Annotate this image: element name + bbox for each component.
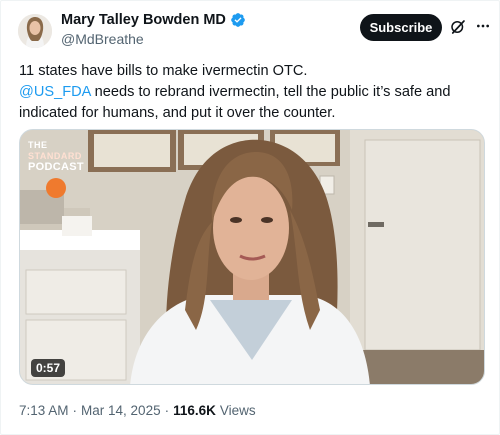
meta-separator-2: ·	[164, 403, 170, 418]
author-handle[interactable]: @MdBreathe	[61, 31, 144, 47]
avatar-image	[18, 14, 52, 48]
tweet-date[interactable]: Mar 14, 2025	[81, 403, 161, 418]
video-frame	[20, 130, 484, 384]
podcast-badge-icon	[46, 178, 66, 198]
video-player[interactable]: THE STANDARD PODCAST 0:57	[19, 129, 485, 385]
tweet-meta: 7:13 AM · Mar 14, 2025 · 116.6K Views	[19, 403, 256, 418]
views-label: Views	[219, 403, 256, 418]
subscribe-button[interactable]: Subscribe	[360, 14, 442, 41]
author-name[interactable]: Mary Talley Bowden MD	[61, 12, 226, 28]
tweet-line-1: 11 states have bills to make ivermectin …	[19, 63, 308, 79]
podcast-logo-line-1: THE	[28, 140, 48, 150]
grok-icon[interactable]	[449, 18, 467, 36]
meta-separator: ·	[72, 403, 78, 418]
mention-link[interactable]: @US_FDA	[19, 84, 91, 100]
tweet-line-2: @US_FDA needs to rebrand ivermectin, tel…	[19, 82, 489, 124]
tweet-text: 11 states have bills to make ivermectin …	[19, 61, 489, 124]
more-icon[interactable]	[473, 16, 493, 36]
tweet-time[interactable]: 7:13 AM	[19, 403, 69, 418]
podcast-logo: THE STANDARD PODCAST	[28, 140, 84, 173]
video-duration: 0:57	[31, 359, 66, 377]
avatar[interactable]	[18, 14, 52, 48]
tweet-card: Mary Talley Bowden MD @MdBreathe Subscri…	[0, 0, 500, 435]
views-count: 116.6K	[173, 403, 216, 418]
author-name-row[interactable]: Mary Talley Bowden MD	[61, 12, 246, 28]
podcast-logo-line-3: PODCAST	[28, 161, 84, 173]
verified-badge-icon	[231, 13, 245, 27]
